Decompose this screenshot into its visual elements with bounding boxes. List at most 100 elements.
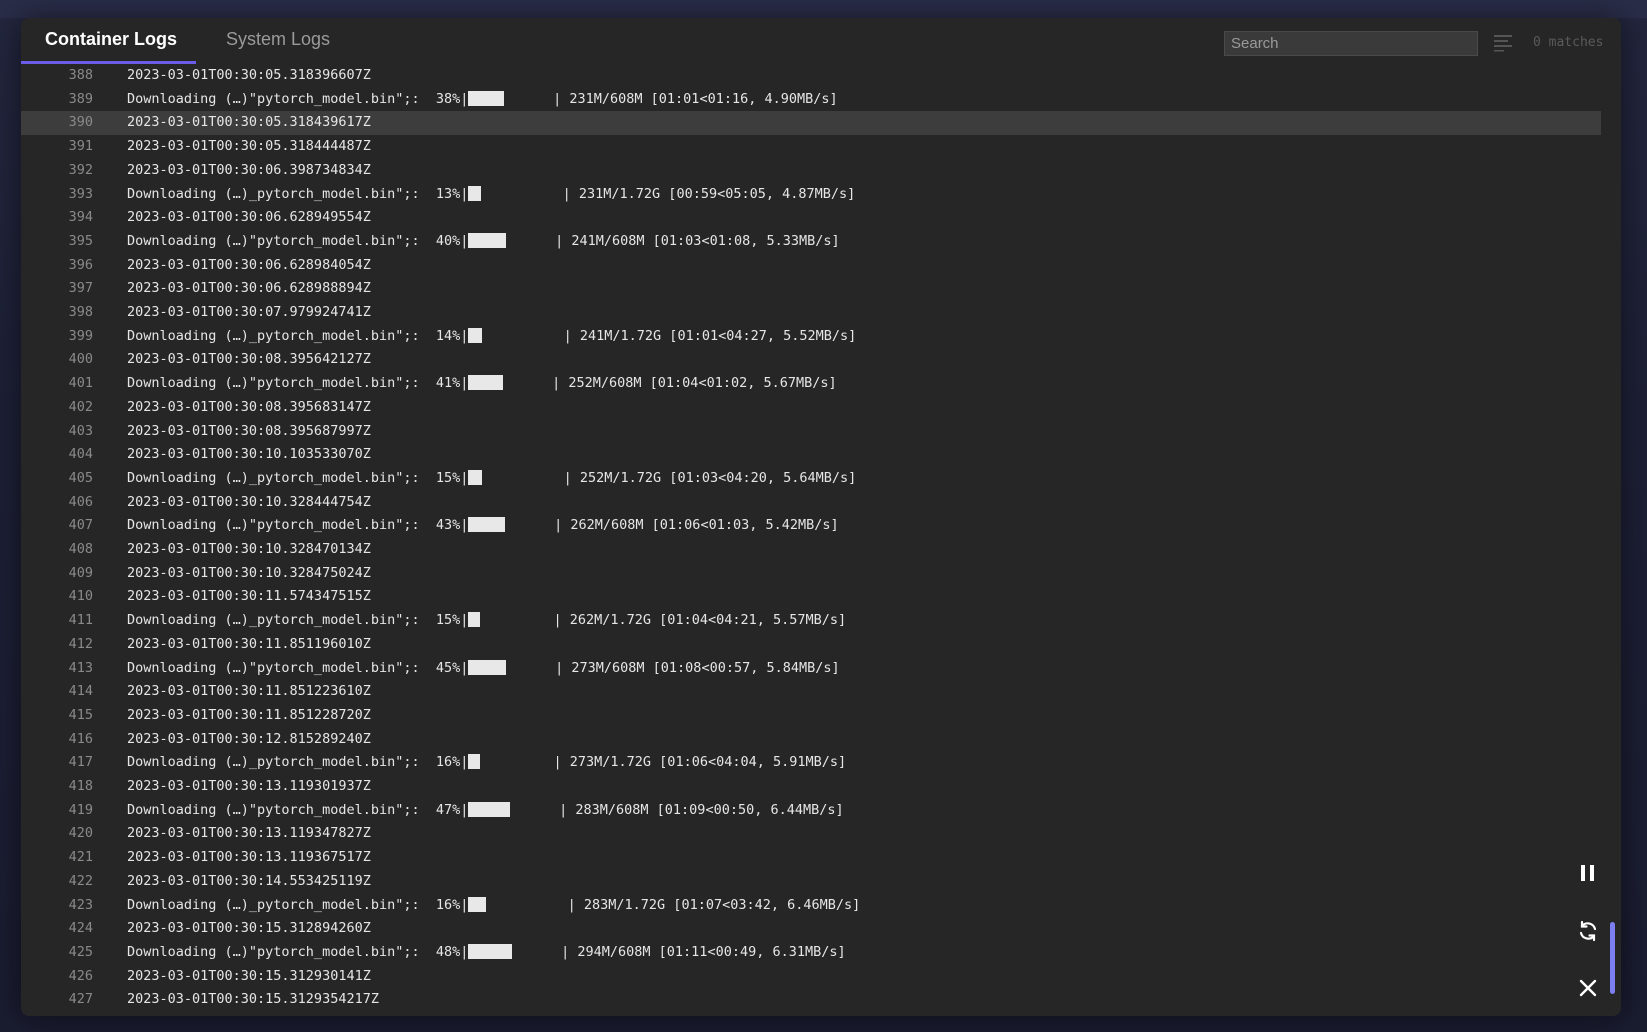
line-text: 2023-03-01T00:30:06.628984054Z (127, 254, 371, 278)
line-text: 2023-03-01T00:30:10.328470134Z (127, 538, 371, 562)
line-number: 416 (68, 730, 93, 747)
line-text: 2023-03-01T00:30:11.851228720Z (127, 704, 371, 728)
log-line: 414 2023-03-01T00:30:11.851223610Z (21, 680, 1601, 704)
progress-stats: | 273M/608M [01:08<00:57, 5.84MB/s] (506, 659, 840, 676)
line-content: 2023-03-01T00:30:14.553425119Z (127, 872, 371, 889)
line-content: Downloading (…)_pytorch_model.bin";: 16%… (127, 896, 469, 913)
log-line: 388 2023-03-01T00:30:05.318396607Z (21, 64, 1601, 88)
line-text: Downloading (…)"pytorch_model.bin";: 40%… (127, 230, 840, 254)
line-content: Downloading (…)_pytorch_model.bin";: 16%… (127, 754, 469, 771)
tab-system-logs[interactable]: System Logs (226, 28, 330, 62)
line-text: 2023-03-01T00:30:05.318396607Z (127, 64, 371, 88)
line-text: 2023-03-01T00:30:10.328475024Z (127, 562, 371, 586)
line-content: 2023-03-01T00:30:15.3129354217Z (127, 991, 379, 1008)
line-content: 2023-03-01T00:30:13.119301937Z (127, 778, 371, 794)
line-content: Downloading (…)"pytorch_model.bin";: 47%… (127, 801, 469, 818)
progress-bar (468, 375, 504, 391)
log-line: 402 2023-03-01T00:30:08.395683147Z (21, 396, 1601, 420)
line-content: 2023-03-01T00:30:05.318439617Z (127, 114, 371, 131)
log-line: 415 2023-03-01T00:30:11.851228720Z (21, 704, 1601, 728)
line-content: Downloading (…)_pytorch_model.bin";: 13%… (127, 185, 469, 202)
line-content: 2023-03-01T00:30:06.628984054Z (127, 256, 371, 273)
progress-bar (468, 185, 482, 201)
log-line: 391 2023-03-01T00:30:05.318444487Z (21, 135, 1601, 159)
line-text: Downloading (…)"pytorch_model.bin";: 45%… (127, 657, 840, 681)
line-content: 2023-03-01T00:30:06.398734834Z (127, 161, 371, 178)
pause-icon[interactable] (1576, 861, 1600, 885)
line-text: 2023-03-01T00:30:10.103533070Z (127, 443, 371, 467)
progress-stats: | 231M/608M [01:01<01:16, 4.90MB/s] (504, 90, 838, 107)
line-number: 427 (68, 991, 93, 1008)
close-icon[interactable] (1576, 976, 1600, 1000)
line-number: 394 (68, 209, 93, 226)
line-number: 403 (68, 422, 93, 439)
progress-bar (468, 801, 511, 817)
log-scrollbar-thumb[interactable] (1610, 922, 1615, 994)
line-content: 2023-03-01T00:30:11.851196010Z (127, 635, 371, 652)
line-content: 2023-03-01T00:30:08.395687997Z (127, 422, 371, 439)
progress-stats: | 252M/1.72G [01:03<04:20, 5.64MB/s] (482, 469, 857, 486)
line-text: Downloading (…)"pytorch_model.bin";: 38%… (127, 88, 838, 112)
line-text: Downloading (…)_pytorch_model.bin";: 15%… (127, 609, 846, 633)
log-line: 411 Downloading (…)_pytorch_model.bin";: … (21, 609, 1601, 633)
log-line: 398 2023-03-01T00:30:07.979924741Z (21, 301, 1601, 325)
line-number: 404 (68, 446, 93, 463)
progress-stats: | 283M/1.72G [01:07<03:42, 6.46MB/s] (486, 896, 861, 913)
log-line: 422 2023-03-01T00:30:14.553425119Z (21, 870, 1601, 894)
log-line: 426 2023-03-01T00:30:15.312930141Z (21, 965, 1601, 989)
line-text: 2023-03-01T00:30:11.851196010Z (127, 633, 371, 657)
line-text: 2023-03-01T00:30:14.553425119Z (127, 870, 371, 894)
line-text: 2023-03-01T00:30:08.395642127Z (127, 348, 371, 372)
line-number: 399 (68, 327, 93, 344)
line-number: 410 (68, 588, 93, 605)
progress-stats: | 294M/608M [01:11<00:49, 6.31MB/s] (512, 943, 846, 960)
line-text: 2023-03-01T00:30:11.851223610Z (127, 680, 371, 704)
tab-container-logs[interactable]: Container Logs (45, 28, 177, 62)
progress-stats: | 283M/608M [01:09<00:50, 6.44MB/s] (510, 801, 844, 818)
log-line: 397 2023-03-01T00:30:06.628988894Z (21, 277, 1601, 301)
log-line: 417 Downloading (…)_pytorch_model.bin";: … (21, 751, 1601, 775)
line-text: Downloading (…)"pytorch_model.bin";: 48%… (127, 941, 846, 965)
line-text: 2023-03-01T00:30:05.318444487Z (127, 135, 371, 159)
line-text: 2023-03-01T00:30:07.979924741Z (127, 301, 371, 325)
line-number: 398 (68, 304, 93, 320)
line-content: 2023-03-01T00:30:15.312930141Z (127, 967, 371, 984)
log-line: 394 2023-03-01T00:30:06.628949554Z (21, 206, 1601, 230)
refresh-icon[interactable] (1576, 919, 1600, 943)
match-count: 0 matches (1533, 35, 1604, 50)
log-line: 407 Downloading (…)"pytorch_model.bin";: … (21, 514, 1601, 538)
log-line: 409 2023-03-01T00:30:10.328475024Z (21, 562, 1601, 586)
line-text: 2023-03-01T00:30:06.628949554Z (127, 206, 371, 230)
log-line: 423 Downloading (…)_pytorch_model.bin";: … (21, 894, 1601, 918)
log-line: 419 Downloading (…)"pytorch_model.bin";: … (21, 799, 1601, 823)
line-number: 419 (68, 801, 93, 818)
line-number: 395 (68, 232, 93, 249)
log-line: 404 2023-03-01T00:30:10.103533070Z (21, 443, 1601, 467)
progress-stats: | 241M/1.72G [01:01<04:27, 5.52MB/s] (482, 327, 857, 344)
progress-bar (468, 754, 481, 770)
log-line: 406 2023-03-01T00:30:10.328444754Z (21, 491, 1601, 515)
line-text: Downloading (…)"pytorch_model.bin";: 43%… (127, 514, 839, 538)
line-number: 391 (68, 138, 93, 155)
progress-bar (468, 469, 483, 485)
line-text: Downloading (…)"pytorch_model.bin";: 41%… (127, 372, 837, 396)
log-viewer[interactable]: 388 2023-03-01T00:30:05.318396607Z 389 Down… (21, 64, 1601, 1016)
log-line: 399 Downloading (…)_pytorch_model.bin";: … (21, 325, 1601, 349)
line-number: 388 (68, 67, 93, 83)
line-number: 392 (68, 161, 93, 178)
log-line: 396 2023-03-01T00:30:06.628984054Z (21, 254, 1601, 278)
progress-stats: | 231M/1.72G [00:59<05:05, 4.87MB/s] (481, 185, 856, 202)
lines-filter-icon[interactable] (1493, 32, 1513, 52)
line-number: 411 (68, 612, 93, 629)
search-input[interactable] (1224, 31, 1478, 56)
line-text: Downloading (…)_pytorch_model.bin";: 16%… (127, 894, 860, 918)
line-text: 2023-03-01T00:30:13.119301937Z (127, 775, 371, 799)
log-line: 420 2023-03-01T00:30:13.119347827Z (21, 822, 1601, 846)
line-text: 2023-03-01T00:30:06.398734834Z (127, 159, 371, 183)
line-content: 2023-03-01T00:30:12.815289240Z (127, 730, 371, 747)
line-content: 2023-03-01T00:30:10.328470134Z (127, 541, 371, 557)
progress-bar (468, 517, 506, 533)
log-line: 395 Downloading (…)"pytorch_model.bin";: … (21, 230, 1601, 254)
line-number: 396 (68, 256, 93, 273)
log-line: 400 2023-03-01T00:30:08.395642127Z (21, 348, 1601, 372)
